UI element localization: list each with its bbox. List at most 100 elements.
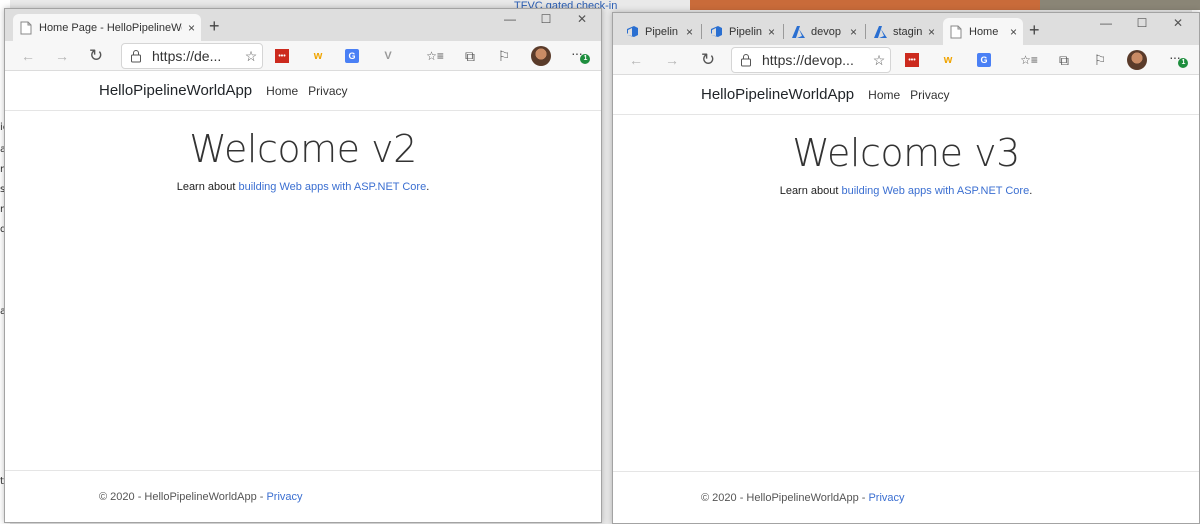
favorite-star-icon[interactable]: ☆ [240,48,262,65]
tab-title: Home Page - HelloPipelineWorldApp [39,21,182,34]
learn-prefix: Learn about [176,181,239,193]
w-extension-icon[interactable]: w [941,53,955,67]
feedback-icon[interactable]: ⚐ [1091,51,1109,69]
welcome-heading: Welcome v2 [189,127,417,171]
lock-icon [130,49,142,63]
avatar[interactable] [531,46,551,66]
learn-about-text: Learn about building Web apps with ASP.N… [613,185,1199,197]
nav-privacy-link[interactable]: Privacy [910,88,949,102]
collections-icon[interactable]: ⧉ [461,47,479,65]
hero-section: Welcome v3 Learn about building Web apps… [613,115,1199,197]
url-text: https://devop... [762,52,854,68]
maximize-button[interactable]: ☐ [1127,16,1157,30]
tab-close-icon[interactable]: × [686,25,693,39]
refresh-button[interactable]: ↻ [87,46,105,65]
maximize-button[interactable]: ☐ [531,12,561,26]
close-window-button[interactable]: ✕ [1163,16,1193,30]
lastpass-icon[interactable]: ••• [905,53,919,67]
collections-icon[interactable]: ⧉ [1055,51,1073,69]
app-brand-link[interactable]: HelloPipelineWorldApp [99,82,252,99]
azure-icon [791,25,805,39]
learn-prefix: Learn about [779,185,842,197]
azure-devops-icon [625,25,639,39]
translate-icon[interactable]: G [977,53,991,67]
aspnet-docs-link[interactable]: building Web apps with ASP.NET Core [841,185,1029,197]
tab-close-icon[interactable]: × [850,25,857,39]
forward-button[interactable]: → [663,51,681,69]
browser-toolbar: ← → ↻ https://de... ☆ ••• w G V ☆≡ ⧉ ⚐ ·… [5,41,601,71]
minimize-button[interactable]: — [1091,16,1121,30]
w-extension-icon[interactable]: w [311,49,325,63]
azure-icon [873,25,887,39]
tab-pipelines-2[interactable]: Pipelin × [703,18,781,45]
lastpass-icon[interactable]: ••• [275,49,289,63]
more-menu-button[interactable]: ··· 1 [1169,49,1188,68]
lock-icon [740,53,752,67]
tab-title: devop [811,25,841,38]
app-navbar: HelloPipelineWorldApp Home Privacy [613,75,1199,115]
web-page: HelloPipelineWorldApp Home Privacy Welco… [613,75,1199,523]
avatar[interactable] [1127,50,1147,70]
update-badge: 1 [580,54,590,64]
tab-pipelines-1[interactable]: Pipelin × [619,18,699,45]
forward-button[interactable]: → [53,47,71,65]
close-window-button[interactable]: ✕ [567,12,597,26]
update-badge: 1 [1178,58,1188,68]
tab-bar: Home Page - HelloPipelineWorldApp × + — … [5,9,601,41]
tab-separator [783,24,784,39]
desktop-photo-strip [1040,0,1200,10]
favorites-icon[interactable]: ☆≡ [425,47,445,65]
footer-privacy-link[interactable]: Privacy [868,492,904,504]
v-extension-icon[interactable]: V [381,49,395,63]
desktop-orange-strip [690,0,1040,10]
app-navbar: HelloPipelineWorldApp Home Privacy [5,71,601,111]
minimize-button[interactable]: — [495,12,525,26]
azure-devops-icon [709,25,723,39]
learn-suffix: . [426,181,430,193]
page-icon [949,25,963,39]
tab-staging[interactable]: stagin × [867,18,941,45]
url-text: https://de... [152,48,222,64]
browser-toolbar: ← → ↻ https://devop... ☆ ••• w G ☆≡ ⧉ ⚐ … [613,45,1199,75]
footer-copyright: © 2020 - HelloPipelineWorldApp - [701,491,866,504]
tab-bar: Pipelin × Pipelin × devop × stagin × Hom… [613,13,1199,45]
favorites-icon[interactable]: ☆≡ [1019,51,1039,69]
web-page: HelloPipelineWorldApp Home Privacy Welco… [5,71,601,522]
more-menu-button[interactable]: ··· 1 [571,45,590,64]
favorite-star-icon[interactable]: ☆ [868,52,890,69]
tab-title: Home [969,25,999,38]
footer-copyright: © 2020 - HelloPipelineWorldApp - [99,490,264,503]
app-footer: © 2020 - HelloPipelineWorldApp - Privacy [613,471,1199,523]
tab-close-icon[interactable]: × [768,25,775,39]
refresh-button[interactable]: ↻ [699,50,717,69]
tab-close-icon[interactable]: × [928,25,935,39]
tab-devops[interactable]: devop × [785,18,863,45]
translate-icon[interactable]: G [345,49,359,63]
feedback-icon[interactable]: ⚐ [495,47,513,65]
app-footer: © 2020 - HelloPipelineWorldApp - Privacy [5,470,601,522]
learn-about-text: Learn about building Web apps with ASP.N… [5,181,601,193]
tab-home-page[interactable]: Home Page - HelloPipelineWorldApp × [13,14,201,41]
app-brand-link[interactable]: HelloPipelineWorldApp [701,86,854,103]
nav-home-link[interactable]: Home [266,84,298,98]
page-icon [19,21,33,35]
tab-title: Pipelin [645,25,679,38]
learn-suffix: . [1029,185,1033,197]
tab-close-icon[interactable]: × [188,21,195,35]
tab-separator [865,24,866,39]
tab-close-icon[interactable]: × [1010,25,1017,39]
nav-home-link[interactable]: Home [868,88,900,102]
address-bar[interactable]: https://de... ☆ [121,43,263,69]
footer-privacy-link[interactable]: Privacy [266,491,302,503]
tab-home[interactable]: Home × [943,18,1023,45]
welcome-heading: Welcome v3 [792,131,1020,175]
hero-section: Welcome v2 Learn about building Web apps… [5,111,601,193]
address-bar[interactable]: https://devop... ☆ [731,47,891,73]
new-tab-button[interactable]: + [209,16,220,36]
nav-privacy-link[interactable]: Privacy [308,84,347,98]
back-button[interactable]: ← [627,51,645,69]
browser-window-v3: Pipelin × Pipelin × devop × stagin × Hom… [612,12,1200,524]
back-button[interactable]: ← [19,47,37,65]
new-tab-button[interactable]: + [1029,20,1040,40]
aspnet-docs-link[interactable]: building Web apps with ASP.NET Core [238,181,426,193]
